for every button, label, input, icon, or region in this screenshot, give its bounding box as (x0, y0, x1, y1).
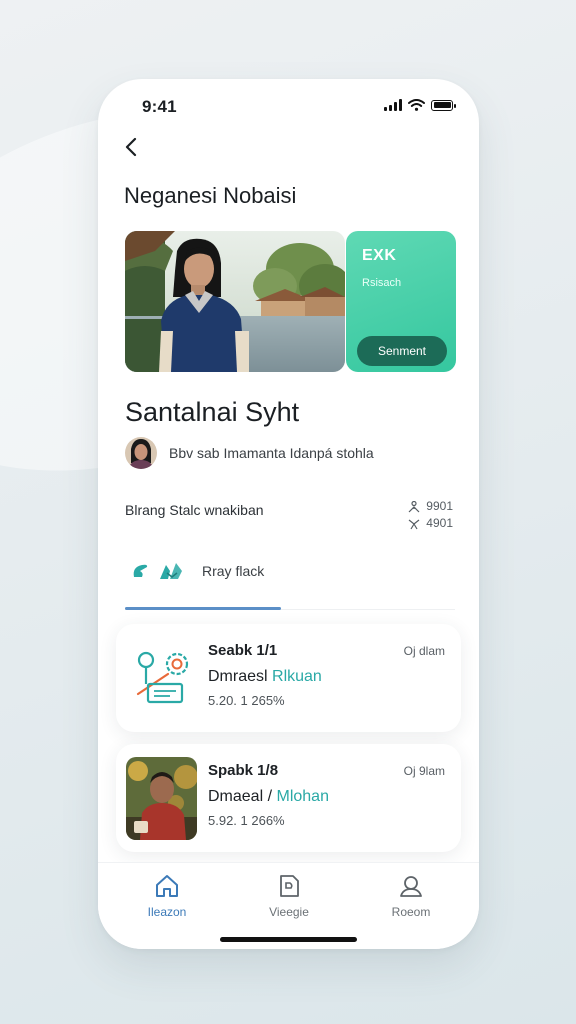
stat-row-1: 9901 (408, 498, 453, 515)
home-indicator (220, 937, 357, 942)
promo-subtitle: Rsisach (362, 277, 402, 289)
card-stats: 5.92. 1 266% (208, 813, 285, 828)
meta-stats: 9901 4901 (408, 498, 453, 532)
status-time: 9:41 (142, 97, 177, 116)
nav-item-documents[interactable]: Vieegie (244, 873, 334, 919)
author-row: Bbv sab Imamanta Idanpá stohla (125, 437, 374, 469)
card-subtitle-prefix: Dmraesl (208, 668, 268, 685)
tab-active-label[interactable]: Rray flack (202, 563, 264, 579)
card-subtitle: Dmraesl Rlkuan (208, 668, 322, 686)
card-subtitle: Dmaeal / Mlohan (208, 788, 329, 806)
stat-value-2: 4901 (426, 516, 453, 530)
nav-label: Vieegie (269, 905, 309, 919)
status-icons (384, 99, 456, 111)
card-subtitle-accent[interactable]: Rlkuan (272, 668, 322, 685)
tabs-row: Rray flack (130, 561, 264, 581)
battery-icon (431, 99, 456, 111)
card-time: Oj 9lam (403, 764, 445, 778)
document-icon (280, 875, 299, 897)
author-text: Bbv sab Imamanta Idanpá stohla (169, 445, 374, 461)
tab-active-indicator (125, 607, 281, 610)
analytics-illustration-icon (136, 651, 189, 704)
nav-item-home[interactable]: Ileazon (122, 873, 212, 919)
section-title: Santalnai Syht (125, 397, 300, 427)
card-thumbnail (126, 757, 197, 840)
person-icon (408, 500, 420, 512)
card-time: Oj dlam (403, 644, 445, 658)
list-card[interactable]: Spabk 1/8 Oj 9lam Dmaeal / Mlohan 5.92. … (116, 744, 461, 852)
phone-screen: 9:41 Neganesi Nobaisi EXK Rsisach Senmen… (98, 79, 479, 949)
card-title: Seabk 1/1 (208, 642, 278, 659)
stat-value-1: 9901 (426, 499, 453, 513)
promo-title: EXK (362, 247, 397, 264)
card-subtitle-prefix: Dmaeal / (208, 788, 273, 805)
nav-label: Ileazon (147, 905, 187, 919)
card-subtitle-accent[interactable]: Mlohan (276, 788, 328, 805)
home-icon (156, 875, 178, 897)
meta-label: Blrang Stalc wnakiban (125, 502, 264, 518)
avatar[interactable] (125, 437, 157, 469)
back-button[interactable] (120, 135, 144, 159)
wifi-icon (408, 99, 425, 111)
bottom-nav: Ileazon Vieegie Roeom (98, 862, 479, 949)
nav-item-profile[interactable]: Roeom (366, 873, 456, 919)
hero-image[interactable] (125, 231, 345, 372)
nav-label: Roeom (391, 905, 431, 919)
card-title: Spabk 1/8 (208, 762, 279, 779)
profile-icon (400, 876, 422, 897)
card-stats: 5.20. 1 265% (208, 693, 285, 708)
signal-icon (384, 99, 402, 111)
tab-leaf-icon[interactable] (130, 561, 150, 581)
list-card[interactable]: Seabk 1/1 Oj dlam Dmraesl Rlkuan 5.20. 1… (116, 624, 461, 732)
promo-button[interactable]: Senment (357, 336, 447, 366)
tab-hands-icon[interactable] (158, 561, 186, 581)
page-title: Neganesi Nobaisi (124, 183, 297, 208)
promo-card[interactable]: EXK Rsisach Senment (346, 231, 456, 372)
network-icon (408, 519, 420, 529)
stat-row-2: 4901 (408, 515, 453, 532)
